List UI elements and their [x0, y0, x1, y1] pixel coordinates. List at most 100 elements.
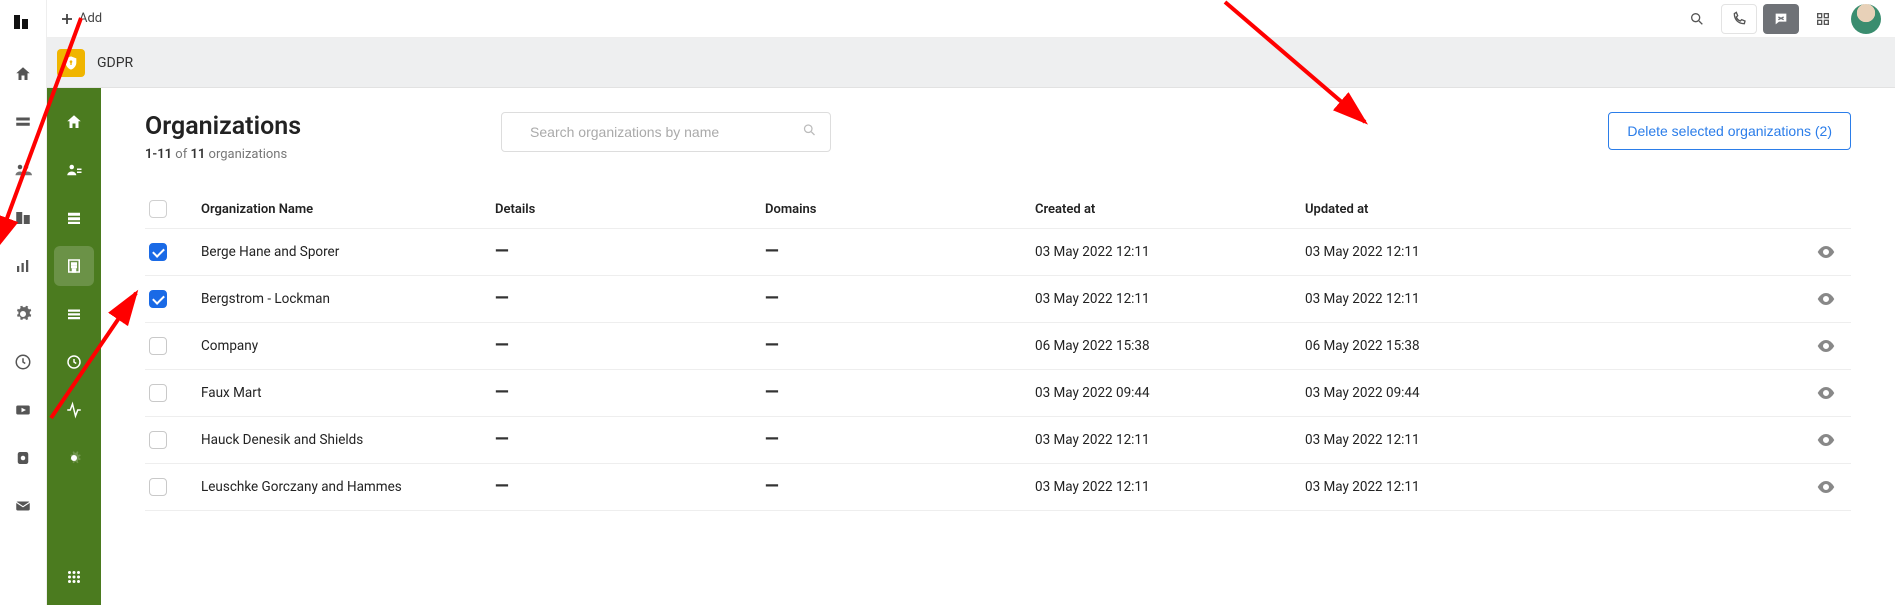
row-checkbox[interactable] — [149, 384, 167, 402]
cell-updated: 06 May 2022 15:38 — [1305, 338, 1801, 354]
page-sub-suffix: organizations — [205, 147, 287, 162]
add-button[interactable]: Add — [61, 11, 102, 26]
table-row: Bergstrom - Lockman——03 May 2022 12:1103… — [145, 276, 1851, 323]
cell-domains: — — [765, 388, 1035, 398]
page-subtitle: 1-11 of 11 organizations — [145, 147, 301, 162]
col-header-updated[interactable]: Updated at — [1305, 202, 1801, 217]
cell-details: — — [495, 341, 765, 351]
cell-name[interactable]: Berge Hane and Sporer — [201, 244, 495, 260]
organizations-table: Organization Name Details Domains Create… — [145, 190, 1851, 511]
topbar-apps-icon[interactable] — [1805, 4, 1841, 34]
topbar-search-icon[interactable] — [1679, 4, 1715, 34]
nav-org-icon[interactable] — [11, 206, 35, 230]
nav-home-icon[interactable] — [11, 62, 35, 86]
gdpr-nav-data-icon[interactable] — [54, 198, 94, 238]
page-content: Organizations 1-11 of 11 organizations D… — [101, 88, 1895, 605]
select-all-checkbox[interactable] — [149, 200, 167, 218]
table-row: Hauck Denesik and Shields——03 May 2022 1… — [145, 417, 1851, 464]
cell-created: 03 May 2022 12:11 — [1035, 432, 1305, 448]
cell-domains: — — [765, 294, 1035, 304]
col-header-name[interactable]: Organization Name — [201, 202, 495, 217]
gdpr-nav-home-icon[interactable] — [54, 102, 94, 142]
cell-updated: 03 May 2022 12:11 — [1305, 244, 1801, 260]
nav-badge-icon[interactable] — [11, 446, 35, 470]
cell-domains: — — [765, 435, 1035, 445]
table-row: Company——06 May 2022 15:3806 May 2022 15… — [145, 323, 1851, 370]
row-checkbox[interactable] — [149, 337, 167, 355]
cell-created: 03 May 2022 12:11 — [1035, 479, 1305, 495]
nav-settings-icon[interactable] — [11, 302, 35, 326]
cell-domains: — — [765, 482, 1035, 492]
cell-updated: 03 May 2022 09:44 — [1305, 385, 1801, 401]
delete-selected-label: Delete selected organizations (2) — [1627, 123, 1832, 139]
view-icon[interactable] — [1801, 434, 1851, 446]
gdpr-nav-activity-icon[interactable] — [54, 390, 94, 430]
cell-name[interactable]: Hauck Denesik and Shields — [201, 432, 495, 448]
topbar-chat-icon[interactable] — [1763, 4, 1799, 34]
gdpr-sidebar — [47, 88, 101, 605]
cell-created: 03 May 2022 09:44 — [1035, 385, 1305, 401]
cell-updated: 03 May 2022 12:11 — [1305, 432, 1801, 448]
search-input[interactable] — [501, 112, 831, 152]
nav-mail-icon[interactable] — [11, 494, 35, 518]
nav-video-icon[interactable] — [11, 398, 35, 422]
cell-domains: — — [765, 247, 1035, 257]
search-icon — [802, 123, 817, 142]
app-logo — [13, 12, 33, 32]
nav-time-icon[interactable] — [11, 350, 35, 374]
col-header-domains[interactable]: Domains — [765, 202, 1035, 217]
cell-updated: 03 May 2022 12:11 — [1305, 291, 1801, 307]
cell-domains: — — [765, 341, 1035, 351]
topbar-phone-icon[interactable] — [1721, 4, 1757, 34]
user-avatar[interactable] — [1851, 4, 1881, 34]
cell-details: — — [495, 247, 765, 257]
cell-created: 06 May 2022 15:38 — [1035, 338, 1305, 354]
page-title: Organizations — [145, 112, 301, 141]
row-checkbox[interactable] — [149, 478, 167, 496]
row-checkbox[interactable] — [149, 243, 167, 261]
gdpr-nav-lists-icon[interactable] — [54, 294, 94, 334]
view-icon[interactable] — [1801, 481, 1851, 493]
cell-created: 03 May 2022 12:11 — [1035, 244, 1305, 260]
page-header: GDPR — [47, 38, 1895, 88]
page-sub-middle: of — [172, 147, 190, 162]
row-checkbox[interactable] — [149, 290, 167, 308]
page-header-title: GDPR — [97, 55, 133, 71]
nav-people-icon[interactable] — [11, 158, 35, 182]
delete-selected-button[interactable]: Delete selected organizations (2) — [1608, 112, 1851, 150]
nav-reports-icon[interactable] — [11, 254, 35, 278]
row-checkbox[interactable] — [149, 431, 167, 449]
cell-updated: 03 May 2022 12:11 — [1305, 479, 1801, 495]
cell-details: — — [495, 388, 765, 398]
cell-created: 03 May 2022 12:11 — [1035, 291, 1305, 307]
view-icon[interactable] — [1801, 387, 1851, 399]
gdpr-shield-icon — [57, 49, 85, 77]
page-sub-range: 1-11 — [145, 147, 172, 162]
add-label: Add — [79, 11, 102, 26]
table-row: Faux Mart——03 May 2022 09:4403 May 2022 … — [145, 370, 1851, 417]
gdpr-nav-history-icon[interactable] — [54, 342, 94, 382]
cell-details: — — [495, 482, 765, 492]
col-header-created[interactable]: Created at — [1035, 202, 1305, 217]
app-leftbar — [0, 0, 47, 605]
gdpr-nav-contacts-icon[interactable] — [54, 150, 94, 190]
nav-inbox-icon[interactable] — [11, 110, 35, 134]
cell-name[interactable]: Leuschke Gorczany and Hammes — [201, 479, 495, 495]
table-row: Berge Hane and Sporer——03 May 2022 12:11… — [145, 229, 1851, 276]
page-sub-total: 11 — [190, 147, 205, 162]
table-row: Leuschke Gorczany and Hammes——03 May 202… — [145, 464, 1851, 511]
col-header-details[interactable]: Details — [495, 202, 765, 217]
gdpr-nav-apps-icon[interactable] — [54, 557, 94, 597]
view-icon[interactable] — [1801, 340, 1851, 352]
table-header: Organization Name Details Domains Create… — [145, 190, 1851, 229]
gdpr-nav-organizations-icon[interactable] — [54, 246, 94, 286]
cell-name[interactable]: Company — [201, 338, 495, 354]
gdpr-nav-settings-icon[interactable] — [54, 438, 94, 478]
cell-name[interactable]: Bergstrom - Lockman — [201, 291, 495, 307]
cell-details: — — [495, 435, 765, 445]
view-icon[interactable] — [1801, 293, 1851, 305]
cell-details: — — [495, 294, 765, 304]
cell-name[interactable]: Faux Mart — [201, 385, 495, 401]
topbar: Add — [47, 0, 1895, 38]
view-icon[interactable] — [1801, 246, 1851, 258]
